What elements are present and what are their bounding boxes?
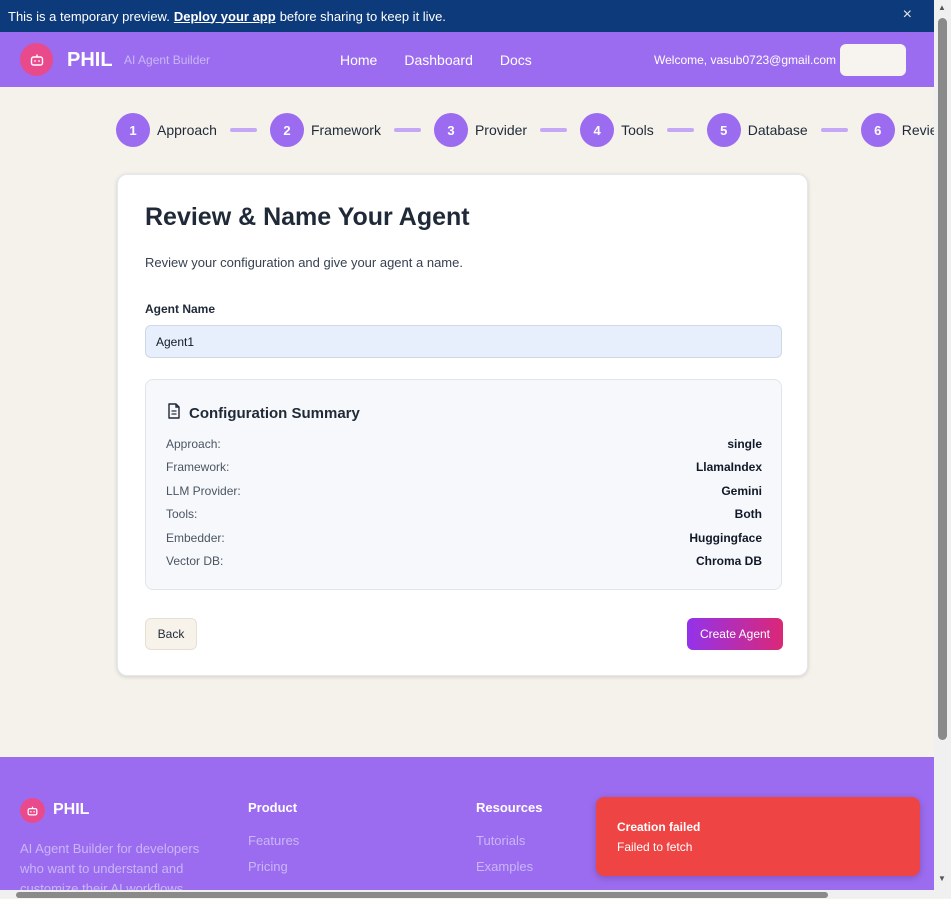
main-nav: Home Dashboard Docs (340, 52, 532, 68)
step-tools[interactable]: 4 Tools (580, 113, 654, 147)
preview-banner: This is a temporary preview. Deploy your… (0, 0, 934, 32)
step-number: 3 (433, 113, 468, 147)
logout-button[interactable]: Logout (840, 44, 906, 76)
step-number: 6 (860, 113, 895, 147)
step-connector (666, 128, 694, 132)
preview-text-suffix: before sharing to keep it live. (279, 8, 446, 24)
step-label: Provider (474, 122, 528, 138)
summary-row: Embedder: Huggingface (166, 531, 762, 554)
nav-docs[interactable]: Docs (500, 52, 532, 68)
create-agent-button[interactable]: Create Agent (687, 618, 783, 650)
step-provider[interactable]: 3 Provider (433, 113, 528, 147)
welcome-text: Welcome, vasub0723@gmail.com (654, 53, 837, 67)
summary-value: Huggingface (689, 530, 762, 545)
nav-home[interactable]: Home (340, 52, 377, 68)
nav-dashboard[interactable]: Dashboard (404, 52, 473, 68)
step-label: Tools (621, 122, 654, 138)
summary-title: Configuration Summary (189, 405, 360, 422)
error-toast[interactable]: Creation failed Failed to fetch (596, 797, 920, 876)
summary-row: Framework: LlamaIndex (166, 460, 762, 483)
top-header: PHIL AI Agent Builder Home Dashboard Doc… (0, 32, 934, 87)
robot-icon (20, 43, 53, 76)
summary-key: Framework: (166, 460, 230, 475)
summary-row: Vector DB: Chroma DB (166, 554, 762, 577)
summary-row: Tools: Both (166, 507, 762, 530)
summary-row: Approach: single (166, 437, 762, 460)
back-button[interactable]: Back (145, 618, 197, 650)
summary-header: Configuration Summary (167, 403, 360, 424)
toast-message: Failed to fetch (617, 840, 693, 854)
horizontal-scrollbar-thumb[interactable] (16, 892, 828, 898)
page-title: Review & Name Your Agent (145, 203, 470, 231)
summary-key: Approach: (166, 437, 221, 451)
step-approach[interactable]: 1 Approach (116, 113, 217, 147)
step-number: 4 (580, 113, 615, 147)
step-label: Framework (310, 122, 381, 138)
footer-product-column: Product Features Pricing (248, 800, 299, 885)
summary-key: Embedder: (166, 530, 225, 545)
step-connector (820, 128, 848, 132)
step-connector (540, 128, 568, 132)
brand-name[interactable]: PHIL (67, 49, 113, 72)
brand-tagline: AI Agent Builder (124, 53, 211, 67)
summary-row: LLM Provider: Gemini (166, 484, 762, 507)
close-icon[interactable]: × (903, 6, 912, 24)
vertical-scrollbar-thumb[interactable] (938, 18, 947, 740)
deploy-app-link[interactable]: Deploy your app (174, 9, 276, 24)
step-number: 2 (269, 113, 304, 147)
summary-key: LLM Provider: (166, 483, 241, 498)
summary-value: Both (734, 507, 762, 522)
step-number: 5 (706, 113, 741, 147)
document-icon (167, 403, 181, 424)
configuration-summary: Configuration Summary Approach: single Fr… (145, 379, 782, 590)
footer-link-tutorials[interactable]: Tutorials (476, 833, 542, 859)
step-number: 1 (116, 113, 150, 147)
summary-value: Chroma DB (695, 553, 762, 568)
scroll-up-icon[interactable]: ▲ (938, 3, 946, 12)
robot-icon (20, 798, 45, 823)
footer-link-pricing[interactable]: Pricing (248, 859, 299, 885)
step-framework[interactable]: 2 Framework (269, 113, 381, 147)
summary-value: LlamaIndex (695, 460, 762, 475)
toast-title: Creation failed (617, 820, 701, 834)
summary-value: single (727, 437, 762, 451)
agent-name-label: Agent Name (145, 302, 216, 316)
summary-key: Vector DB: (166, 553, 224, 568)
summary-list: Approach: single Framework: LlamaIndex LLM… (166, 437, 762, 577)
preview-text: This is a temporary preview. (8, 8, 170, 24)
review-card: Review & Name Your Agent Review your con… (117, 174, 808, 676)
page-subtitle: Review your configuration and give your … (145, 255, 463, 270)
footer-resources-column: Resources Tutorials Examples (476, 800, 542, 885)
wizard-stepper: 1 Approach 2 Framework 3 Provider 4 Tool… (116, 113, 948, 147)
step-connector (229, 128, 257, 132)
footer-column-title: Resources (476, 800, 543, 815)
footer-link-features[interactable]: Features (248, 833, 299, 859)
scroll-down-icon[interactable]: ▼ (938, 874, 946, 883)
step-database[interactable]: 5 Database (706, 113, 808, 147)
agent-name-input[interactable] (145, 325, 782, 358)
step-label: Approach (157, 122, 217, 138)
footer-column-title: Product (248, 800, 298, 815)
step-label: Database (747, 122, 808, 138)
footer-brand: PHIL (53, 801, 90, 818)
step-connector (393, 128, 421, 132)
summary-key: Tools: (166, 507, 198, 522)
summary-value: Gemini (721, 483, 762, 498)
footer-link-examples[interactable]: Examples (476, 859, 542, 885)
